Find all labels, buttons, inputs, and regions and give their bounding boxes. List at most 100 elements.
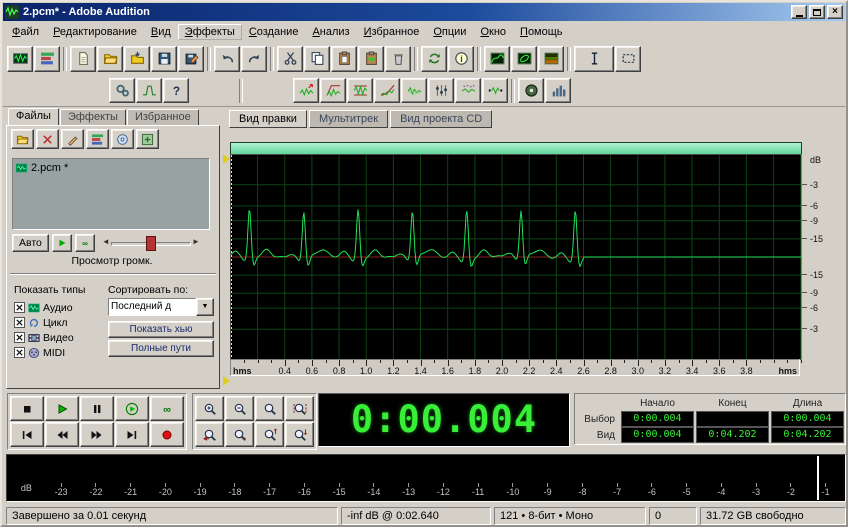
- advanced-options-button[interactable]: [136, 129, 159, 149]
- file-info-button[interactable]: i: [448, 45, 474, 72]
- delete-file-button[interactable]: [36, 129, 59, 149]
- zoom-left-edge-button[interactable]: [195, 422, 224, 447]
- go-to-start-button[interactable]: [10, 422, 44, 447]
- amplitude-ruler[interactable]: dB -3 -6 -9 -15 -15 -9 -6 -3: [801, 154, 846, 360]
- preview-volume-slider[interactable]: ◄ ►: [102, 234, 200, 252]
- effects-rack-button[interactable]: [109, 78, 135, 103]
- left-panel-tab[interactable]: Эффекты: [59, 109, 126, 125]
- selview-value[interactable]: 0:00.004: [771, 411, 844, 427]
- import-file-button[interactable]: [124, 45, 150, 72]
- copy-button[interactable]: [304, 45, 330, 72]
- auto-play-button[interactable]: Авто: [12, 234, 49, 252]
- zoom-out-button[interactable]: [225, 396, 254, 421]
- save-as-button[interactable]: [178, 45, 204, 72]
- timeline-ruler[interactable]: 0.4 0.6 0.8 1.0 1.2 1.4 1.6 1.8 2.0 2.2 2.4 2.6 2.8 3…: [230, 359, 802, 376]
- go-to-end-button[interactable]: [115, 422, 149, 447]
- level-meter[interactable]: dB -23 -22 -21 -20 -19 -18 -17 -16 -15 -14 -13 -12 -1…: [6, 454, 846, 502]
- equalizer-button[interactable]: [428, 78, 454, 103]
- view-tab[interactable]: Мультитрек: [308, 110, 389, 128]
- menu-item[interactable]: Создание: [242, 24, 306, 40]
- menu-item[interactable]: Эффекты: [177, 23, 242, 40]
- menu-item[interactable]: Файл: [5, 24, 46, 40]
- zoom-full-button[interactable]: [255, 396, 284, 421]
- zoom-in-vertical-button[interactable]: [255, 422, 284, 447]
- open-file-button[interactable]: [97, 45, 123, 72]
- cursor-marker-top[interactable]: [223, 154, 230, 164]
- slider-right-arrow-icon[interactable]: ►: [192, 237, 200, 246]
- sort-dropdown-value[interactable]: Последний д: [108, 298, 196, 316]
- preview-play-button[interactable]: [51, 234, 72, 252]
- menu-item[interactable]: Вид: [144, 24, 178, 40]
- generate-button[interactable]: [136, 78, 162, 103]
- envelope-button[interactable]: [320, 78, 346, 103]
- sort-dropdown[interactable]: Последний д ▼: [108, 298, 214, 316]
- menu-item[interactable]: Редактирование: [46, 24, 144, 40]
- mix-paste-button[interactable]: [358, 45, 384, 72]
- convert-sample-type-button[interactable]: [421, 45, 447, 72]
- checkbox[interactable]: [14, 347, 25, 358]
- maximize-button[interactable]: [809, 5, 825, 19]
- pause-button[interactable]: [80, 396, 114, 421]
- checkbox[interactable]: [14, 317, 25, 328]
- multitrack-view-button[interactable]: [34, 45, 60, 72]
- zoom-selection-button[interactable]: [285, 396, 314, 421]
- preview-loop-button[interactable]: ∞: [74, 234, 95, 252]
- menu-item[interactable]: Анализ: [305, 24, 356, 40]
- waveform-view-button[interactable]: [7, 45, 33, 72]
- slider-left-arrow-icon[interactable]: ◄: [102, 237, 110, 246]
- file-type-row[interactable]: Видео: [14, 330, 74, 345]
- left-panel-tab[interactable]: Файлы: [8, 108, 59, 125]
- view-tab[interactable]: Вид проекта CD: [390, 110, 493, 128]
- insert-multitrack-button[interactable]: [86, 129, 109, 149]
- marquee-tool-button[interactable]: [615, 45, 641, 72]
- zoom-in-button[interactable]: [195, 396, 224, 421]
- mastering-button[interactable]: [518, 78, 544, 103]
- insert-cd-button[interactable]: [111, 129, 134, 149]
- checkbox[interactable]: [14, 302, 25, 313]
- rewind-button[interactable]: [45, 422, 79, 447]
- stop-button[interactable]: [10, 396, 44, 421]
- analyze-stats-button[interactable]: [545, 78, 571, 103]
- dropdown-arrow-icon[interactable]: ▼: [196, 298, 214, 316]
- slider-thumb[interactable]: [145, 236, 156, 251]
- amplify-button[interactable]: [293, 78, 319, 103]
- advanced-button[interactable]: Показать хью: [108, 321, 214, 338]
- normalize-button[interactable]: [347, 78, 373, 103]
- menu-item[interactable]: Окно: [473, 24, 513, 40]
- fast-forward-button[interactable]: [80, 422, 114, 447]
- delete-button[interactable]: [385, 45, 411, 72]
- paste-button[interactable]: [331, 45, 357, 72]
- menu-item[interactable]: Помощь: [513, 24, 570, 40]
- selview-value[interactable]: [696, 411, 769, 427]
- zoom-right-edge-button[interactable]: [225, 422, 254, 447]
- file-type-row[interactable]: MIDI: [14, 345, 74, 360]
- play-button[interactable]: [45, 396, 79, 421]
- play-looped-button[interactable]: [115, 396, 149, 421]
- noise-reduction-button[interactable]: [455, 78, 481, 103]
- fade-button[interactable]: [374, 78, 400, 103]
- zoom-out-vertical-button[interactable]: [285, 422, 314, 447]
- loop-button[interactable]: ∞: [150, 396, 184, 421]
- title-bar[interactable]: 2.pcm* - Adobe Audition ×: [3, 3, 845, 21]
- menu-item[interactable]: Опции: [426, 24, 473, 40]
- cursor-marker-bottom[interactable]: [223, 376, 230, 386]
- new-file-button[interactable]: [70, 45, 96, 72]
- selview-value[interactable]: 0:04.202: [771, 427, 844, 443]
- phase-analysis-button[interactable]: [511, 45, 537, 72]
- redo-button[interactable]: [241, 45, 267, 72]
- minimize-button[interactable]: [791, 5, 807, 19]
- selview-value[interactable]: 0:00.004: [621, 427, 694, 443]
- time-selection-tool-button[interactable]: [574, 45, 614, 72]
- view-tab[interactable]: Вид правки: [229, 110, 307, 128]
- echo-button[interactable]: [401, 78, 427, 103]
- open-file-small-button[interactable]: [11, 129, 34, 149]
- selview-value[interactable]: 0:00.004: [621, 411, 694, 427]
- frequency-analysis-button[interactable]: [484, 45, 510, 72]
- waveform-display[interactable]: [230, 154, 802, 360]
- edit-file-button[interactable]: [61, 129, 84, 149]
- close-button[interactable]: ×: [827, 5, 843, 19]
- file-type-row[interactable]: Аудио: [14, 300, 74, 315]
- save-file-button[interactable]: [151, 45, 177, 72]
- file-item[interactable]: 2.pcm *: [15, 161, 207, 175]
- spectral-view-button[interactable]: [538, 45, 564, 72]
